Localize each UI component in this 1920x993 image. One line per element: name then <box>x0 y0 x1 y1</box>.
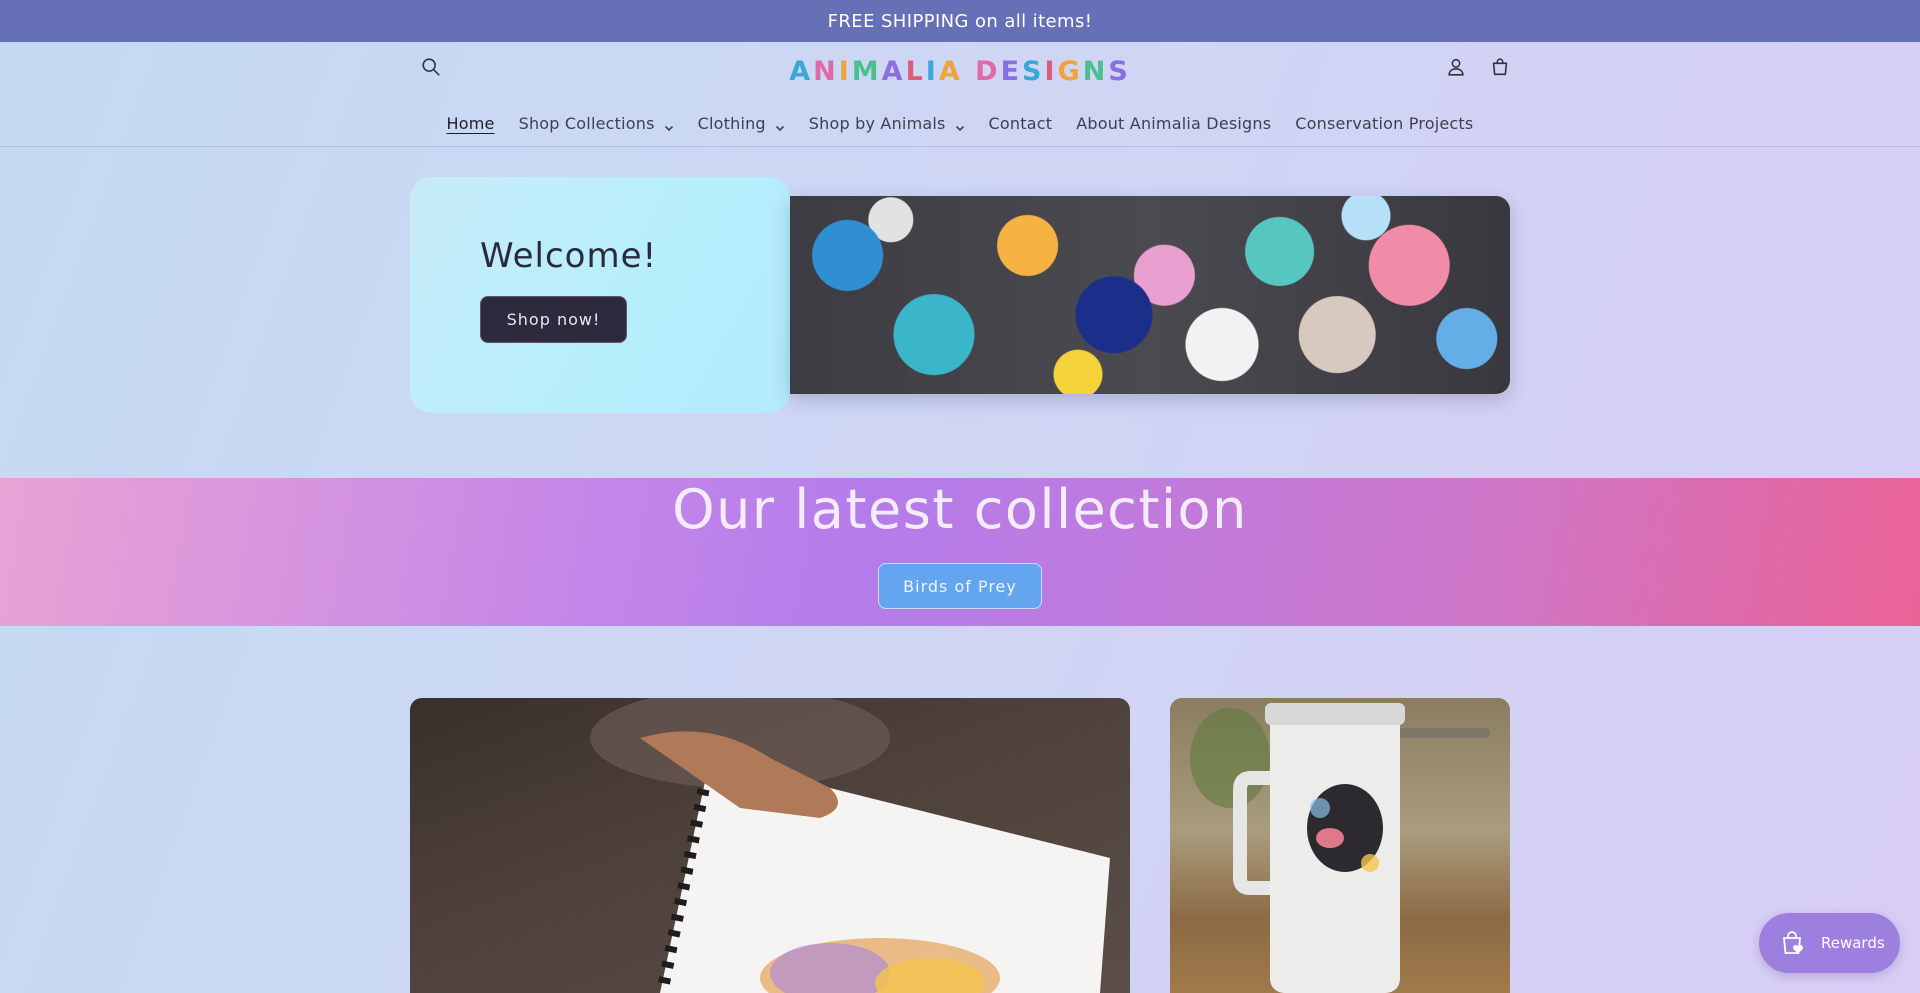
nav-item-label: Shop by Animals <box>808 113 946 133</box>
search-button[interactable] <box>411 47 451 87</box>
logo-letter: N <box>1082 55 1109 87</box>
product-image-tumbler[interactable] <box>1170 698 1510 993</box>
product-image-notebook[interactable] <box>410 698 1130 993</box>
hero-title: Welcome! <box>480 236 658 276</box>
cart-button[interactable] <box>1480 47 1520 87</box>
logo-letter: A <box>789 55 814 87</box>
chevron-down-icon <box>664 118 674 132</box>
announcement-bar: FREE SHIPPING on all items! <box>0 0 1920 42</box>
nav-item-shop-collections[interactable]: Shop Collections <box>507 114 686 133</box>
announcement-text: FREE SHIPPING on all items! <box>827 10 1093 32</box>
nav-item-label: Clothing <box>697 113 766 133</box>
nav-item-label: Shop Collections <box>518 113 655 133</box>
logo-letter: M <box>851 55 882 87</box>
shop-now-button[interactable]: Shop now! <box>480 296 627 343</box>
nav-item-contact[interactable]: Contact <box>977 114 1065 133</box>
logo-letter <box>963 56 975 87</box>
logo-letter: I <box>838 55 852 87</box>
tumbler-illustration <box>1190 703 1490 993</box>
nav-item-clothing[interactable]: Clothing <box>686 114 797 133</box>
nav-item-home[interactable]: Home <box>435 114 507 133</box>
logo-letter: A <box>938 55 963 87</box>
logo-letter: D <box>975 55 1001 87</box>
rewards-button[interactable]: Rewards <box>1759 913 1900 973</box>
nav-item-label: Contact <box>988 113 1053 133</box>
nav-item-about-animalia-designs[interactable]: About Animalia Designs <box>1064 114 1283 133</box>
notebook-illustration <box>590 698 1110 993</box>
site-logo[interactable]: ANIMALIA DESIGNS <box>789 48 1127 94</box>
chevron-down-icon <box>775 118 785 132</box>
nav-item-label: Home <box>446 113 495 133</box>
logo-letter: I <box>925 55 939 87</box>
nav-item-label: Conservation Projects <box>1295 113 1474 133</box>
logo-letter: A <box>881 55 906 87</box>
logo-letter: E <box>1000 55 1023 87</box>
logo-letter: N <box>813 55 839 87</box>
hero-card <box>410 177 790 413</box>
birds-of-prey-button[interactable]: Birds of Prey <box>878 563 1042 609</box>
logo-letter: L <box>905 55 926 87</box>
main-navigation: Home Shop Collections Clothing Shop by Anim… <box>0 106 1920 140</box>
cart-icon <box>1492 58 1508 76</box>
nav-item-conservation-projects[interactable]: Conservation Projects <box>1283 114 1485 133</box>
site-header: ANIMALIA DESIGNS Home Shop Collections Clo… <box>0 42 1920 147</box>
logo-letter: I <box>1044 55 1058 87</box>
logo-letter: S <box>1022 55 1045 87</box>
account-button[interactable] <box>1436 47 1476 87</box>
rewards-label: Rewards <box>1821 934 1885 952</box>
nav-item-label: About Animalia Designs <box>1076 113 1272 133</box>
account-icon <box>1448 58 1464 76</box>
hero-banner-image[interactable] <box>790 196 1510 394</box>
logo-letter: G <box>1057 55 1083 87</box>
logo-letter: S <box>1108 55 1131 87</box>
rewards-bag-icon <box>1783 931 1803 954</box>
collection-title: Our latest collection <box>672 478 1248 541</box>
search-icon <box>422 58 440 76</box>
chevron-down-icon <box>955 118 965 132</box>
nav-item-shop-by-animals[interactable]: Shop by Animals <box>797 114 977 133</box>
